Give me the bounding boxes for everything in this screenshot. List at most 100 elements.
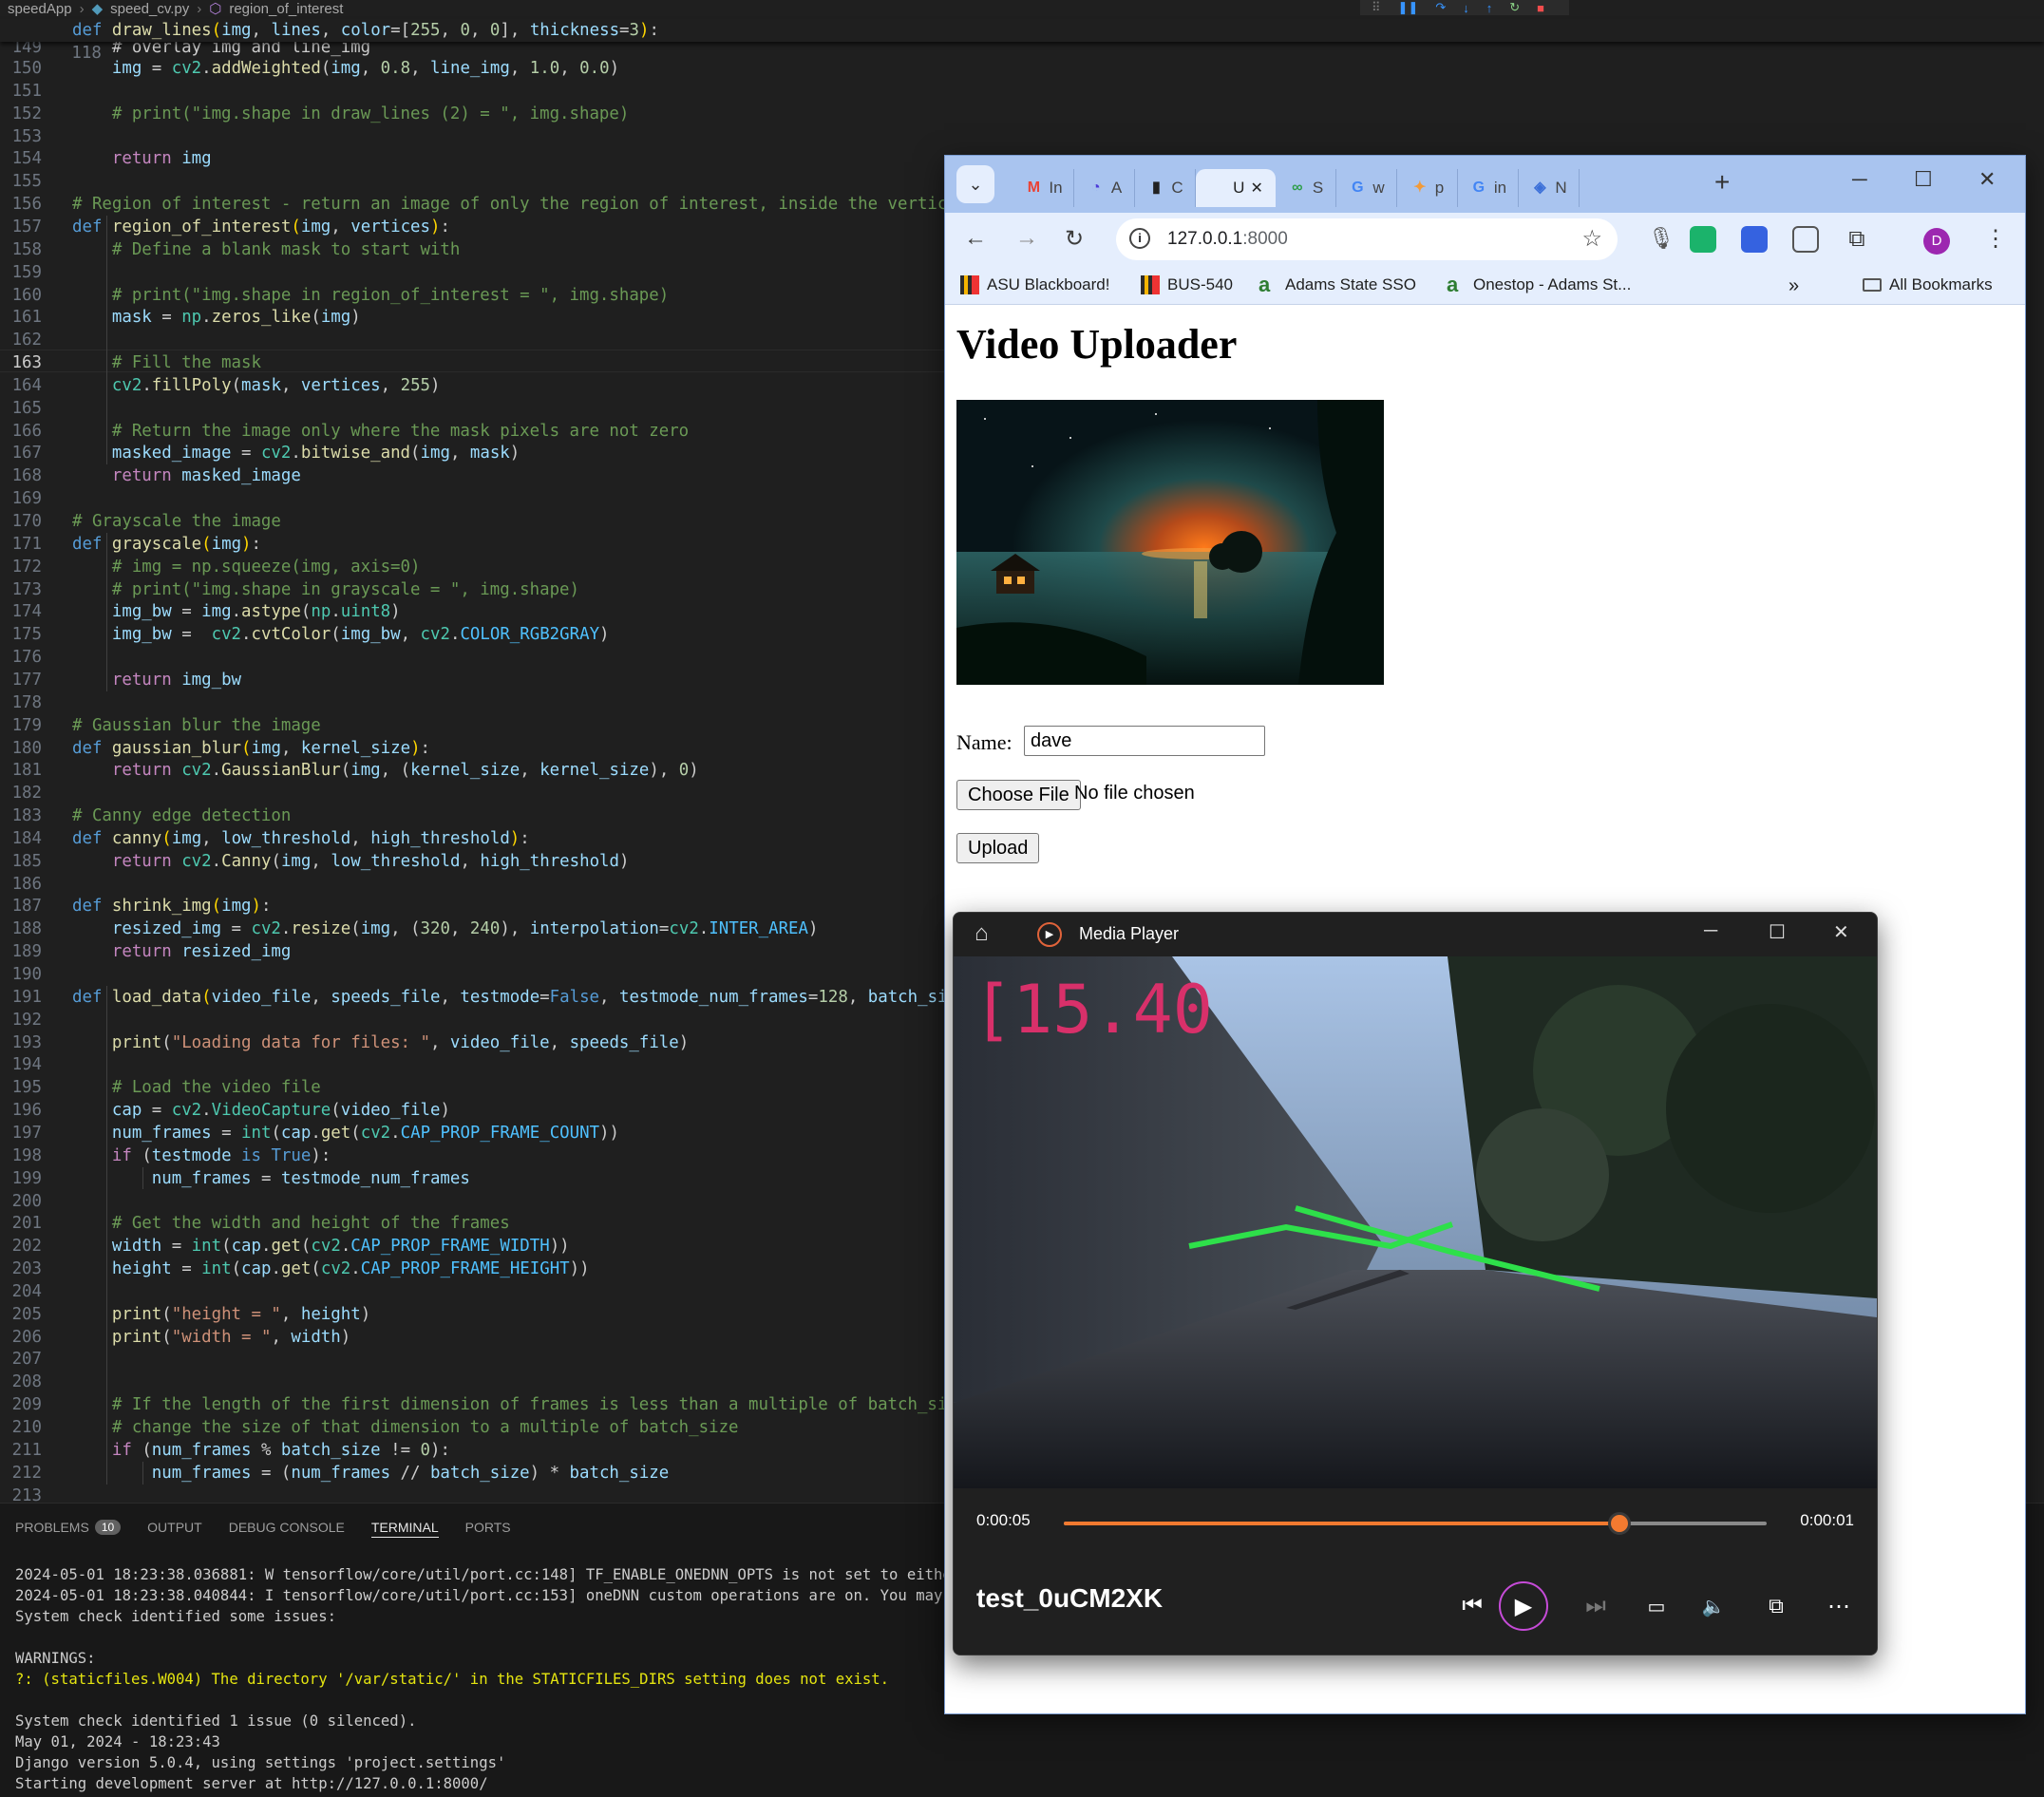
choose-file-button[interactable]: Choose File xyxy=(956,780,1081,810)
browser-menu-button[interactable]: ⋮ xyxy=(1984,225,2007,253)
seek-bar[interactable] xyxy=(1064,1512,1767,1535)
line-number: 185 xyxy=(11,851,42,871)
line-number: 211 xyxy=(11,1440,42,1460)
maximize-button[interactable]: ☐ xyxy=(1914,167,1933,192)
step-out-icon[interactable]: ↑ xyxy=(1486,1,1493,15)
adams-logo-icon: a xyxy=(1447,273,1459,296)
extension-upload-icon[interactable] xyxy=(1792,226,1819,253)
tab-search-button[interactable]: ⌄ xyxy=(956,165,994,203)
close-window-button[interactable]: ✕ xyxy=(1833,920,1849,944)
browser-tab[interactable]: Gw xyxy=(1336,169,1397,207)
tab-ports[interactable]: PORTS xyxy=(465,1517,511,1538)
code-line: 155 xyxy=(0,170,950,193)
code-text: print("height = ", height) xyxy=(111,1304,371,1324)
browser-tab[interactable]: ✦ p xyxy=(1397,169,1458,207)
tab-output[interactable]: OUTPUT xyxy=(147,1517,202,1538)
captions-button[interactable]: ▭ xyxy=(1641,1591,1672,1621)
forward-button[interactable]: → xyxy=(1015,225,1038,252)
sticky-scroll-header[interactable]: 118 def draw_lines(img, lines, color=[25… xyxy=(0,19,2044,63)
terminal-line: ?: (staticfiles.W004) The directory '/va… xyxy=(15,1671,890,1688)
back-button[interactable]: ← xyxy=(964,225,987,252)
terminal-output[interactable]: 2024-05-01 18:23:38.036881: W tensorflow… xyxy=(15,1564,987,1794)
browser-tab[interactable]: ◈ N xyxy=(1519,169,1580,207)
browser-tab[interactable]: ∞ S xyxy=(1276,169,1336,207)
step-into-icon[interactable]: ↓ xyxy=(1463,1,1469,15)
upload-button[interactable]: Upload xyxy=(956,833,1040,863)
code-text: return img xyxy=(111,149,212,169)
extension-search-blue-icon[interactable] xyxy=(1741,226,1768,253)
line-number: 171 xyxy=(11,534,42,554)
line-number: 209 xyxy=(11,1395,42,1415)
bookmarks-bar: ASU Blackboard! BUS-540 a Adams State SSO… xyxy=(945,266,2025,305)
next-button[interactable]: ⏭ xyxy=(1580,1591,1611,1621)
browser-tab[interactable]: U ✕ xyxy=(1196,169,1276,207)
code-line: 161 mask = np.zeros_like(img) xyxy=(0,306,950,329)
bookmark-bus540[interactable]: BUS-540 xyxy=(1141,275,1233,294)
video-frame[interactable]: [15.40 xyxy=(954,956,1877,1488)
previous-button[interactable]: ⏮ xyxy=(1457,1591,1487,1621)
tab-debug-console[interactable]: DEBUG CONSOLE xyxy=(229,1517,345,1538)
debug-toolbar: ⠿ ❚❚ ↷ ↓ ↑ ↻ ■ xyxy=(1360,0,1569,15)
code-line: 157 def region_of_interest(img, vertices)… xyxy=(0,216,950,238)
step-over-icon[interactable]: ↷ xyxy=(1435,0,1446,15)
line-number: 187 xyxy=(11,897,42,917)
profile-avatar[interactable]: D xyxy=(1923,228,1950,255)
arrow-left-icon: ← xyxy=(964,225,987,251)
tab-bar: ⌄ M In ◔ A ▮ C U ✕ ∞ S Gw ✦ p Gin ◈ N + ─ ☐ ✕ xyxy=(945,156,2025,213)
extension-search-green-icon[interactable] xyxy=(1690,226,1716,253)
breadcrumb-folder[interactable]: speedApp xyxy=(8,1,72,17)
maximize-button[interactable]: ☐ xyxy=(1769,920,1786,944)
minimize-button[interactable]: ─ xyxy=(1704,920,1717,942)
code-line: 171 def grayscale(img): xyxy=(0,533,950,556)
bookmark-adams-sso[interactable]: a Adams State SSO xyxy=(1259,274,1416,295)
code-line: 168 return masked_image xyxy=(0,464,950,487)
line-number: 197 xyxy=(11,1123,42,1143)
microphone-icon[interactable]: 🎙 xyxy=(1648,226,1675,253)
code-line: 172 # img = np.squeeze(img, axis=0) xyxy=(0,556,950,578)
browser-tab[interactable]: ◔ A xyxy=(1074,169,1135,207)
close-window-button[interactable]: ✕ xyxy=(1978,167,1996,192)
play-button[interactable]: ▶ xyxy=(1499,1581,1548,1631)
tab-terminal[interactable]: TERMINAL xyxy=(370,1517,439,1538)
code-line: 158 # Define a blank mask to start with xyxy=(0,238,950,261)
code-text: return cv2.Canny(img, low_threshold, hig… xyxy=(111,851,630,871)
more-options-button[interactable]: ⋯ xyxy=(1824,1591,1854,1621)
browser-tab[interactable]: ▮ C xyxy=(1135,169,1196,207)
folder-icon xyxy=(1863,278,1882,292)
name-label: Name: xyxy=(956,730,1013,754)
all-bookmarks-button[interactable]: All Bookmarks xyxy=(1863,275,1993,294)
more-bookmarks-chevron-icon[interactable]: » xyxy=(1788,275,1799,297)
code-line: 197 num_frames = int(cap.get(cv2.CAP_PRO… xyxy=(0,1122,950,1144)
site-info-icon[interactable]: i xyxy=(1129,228,1150,249)
miniplayer-button[interactable]: ⧉ xyxy=(1761,1591,1791,1621)
browser-tab[interactable]: M In xyxy=(1013,169,1074,207)
volume-button[interactable]: 🔈 xyxy=(1698,1591,1729,1621)
pause-icon[interactable]: ❚❚ xyxy=(1398,0,1419,15)
seek-thumb[interactable] xyxy=(1607,1512,1631,1535)
line-number: 198 xyxy=(11,1145,42,1165)
browser-tab[interactable]: Gin xyxy=(1458,169,1519,207)
indent-guide xyxy=(106,532,107,691)
drag-handle-icon[interactable]: ⠿ xyxy=(1372,0,1381,15)
tab-problems[interactable]: PROBLEMS 10 xyxy=(15,1517,122,1538)
reload-button[interactable]: ↻ xyxy=(1065,225,1084,253)
name-input[interactable] xyxy=(1024,726,1265,756)
extensions-puzzle-icon[interactable]: ⧉ xyxy=(1844,226,1870,253)
bookmark-asu[interactable]: ASU Blackboard! xyxy=(960,275,1109,294)
code-text: def gaussian_blur(img, kernel_size): xyxy=(72,738,431,758)
sticky-line: 118 def draw_lines(img, lines, color=[25… xyxy=(0,19,950,63)
breadcrumb-symbol[interactable]: region_of_interest xyxy=(229,1,343,17)
stop-icon[interactable]: ■ xyxy=(1537,1,1544,15)
address-bar[interactable]: i 127.0.0.1:8000 ☆ xyxy=(1116,218,1618,260)
breadcrumb-file[interactable]: speed_cv.py xyxy=(110,1,189,17)
restart-icon[interactable]: ↻ xyxy=(1509,0,1520,15)
code-line: 164 cv2.fillPoly(mask, vertices, 255) xyxy=(0,374,950,397)
bookmark-star-icon[interactable]: ☆ xyxy=(1581,218,1602,260)
indent-guide xyxy=(106,985,107,1485)
line-number: 173 xyxy=(11,579,42,599)
new-tab-button[interactable]: + xyxy=(1714,167,1730,198)
bookmark-onestop[interactable]: a Onestop - Adams St... xyxy=(1447,273,1631,296)
close-tab-icon[interactable]: ✕ xyxy=(1250,179,1262,198)
minimize-button[interactable]: ─ xyxy=(1852,167,1867,192)
home-icon[interactable]: ⌂ xyxy=(975,920,989,947)
